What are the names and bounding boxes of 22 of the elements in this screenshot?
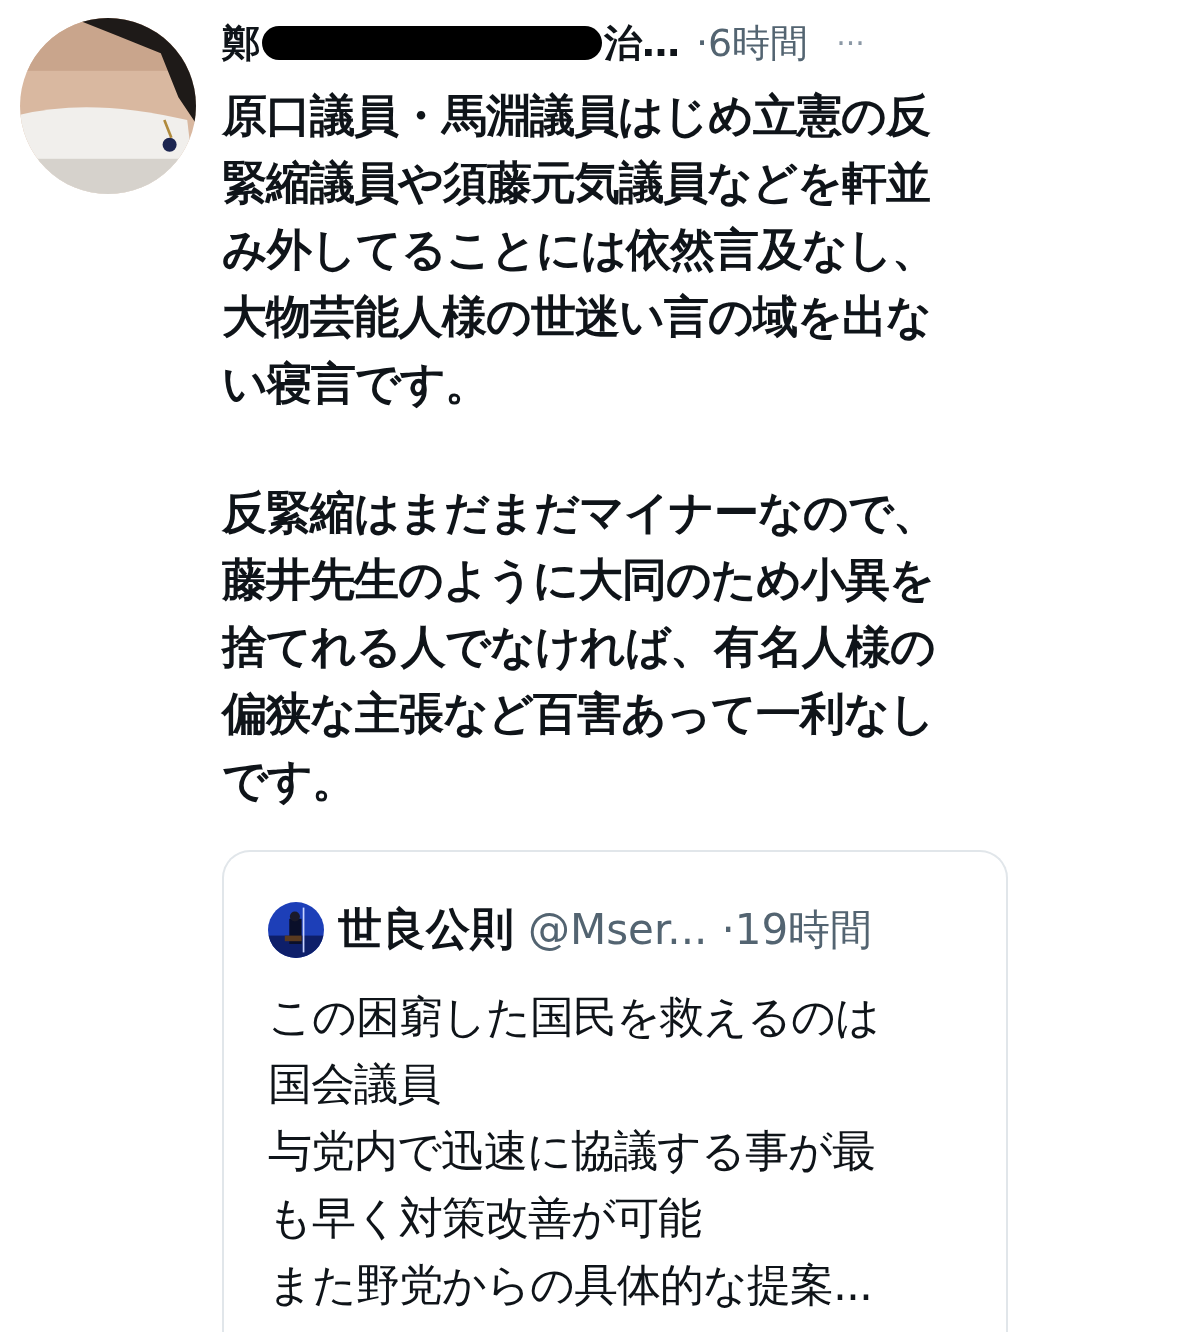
- quoted-text: また野党からの具体的な提案...: [268, 1258, 873, 1312]
- user-name[interactable]: 鄭: [222, 17, 260, 69]
- tweet-text: み外してることには依然言及なし、: [222, 222, 937, 278]
- quoted-user-handle[interactable]: @Mser...: [528, 905, 708, 954]
- quoted-text: この困窮した国民を救えるのは: [268, 990, 880, 1044]
- quoted-user-name[interactable]: 世良公則: [338, 900, 514, 959]
- tweet-text: 大物芸能人様の世迷い言の域を出な: [222, 289, 932, 345]
- tweet-text: 藤井先生のように大同のため小異を: [222, 552, 935, 608]
- tweet-text: です。: [222, 753, 357, 809]
- timestamp[interactable]: ·19時間: [721, 901, 873, 958]
- tweet-text: 捨てれる人でなければ、有名人様の: [222, 619, 936, 675]
- user-name[interactable]: 治…: [604, 17, 680, 69]
- tweet-text: 緊縮議員や須藤元気議員などを軒並: [222, 155, 931, 211]
- quoted-text: 国会議員: [268, 1057, 441, 1111]
- tweet-text: い寝言です。: [222, 356, 490, 412]
- quoted-text: 与党内で迅速に協議する事が最: [268, 1124, 876, 1178]
- tweet-text: 偏狭な主張など百害あって一利なし: [222, 686, 935, 742]
- tweet-text: 原口議員・馬淵議員はじめ立憲の反: [222, 88, 931, 144]
- timestamp[interactable]: ·6時間: [696, 17, 809, 69]
- quoted-text: も早く対策改善が可能: [268, 1191, 702, 1245]
- tweet-text: 反緊縮はまだまだマイナーなので、: [222, 485, 938, 541]
- quote-card[interactable]: 世良公則 @Mser... ·19時間 この困窮した国民を救えるのは 国会議員 与党内で迅速に協議する事が最 も早く対策改善が可能 また野党からの具体的な提案...: [222, 850, 1008, 1332]
